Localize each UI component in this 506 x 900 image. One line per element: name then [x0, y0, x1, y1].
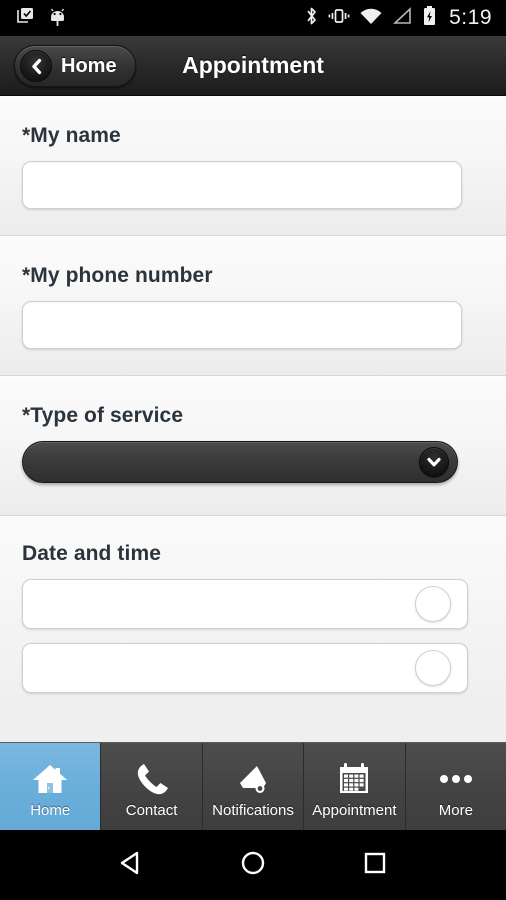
input-my-phone-number[interactable] — [22, 301, 462, 349]
field-section-name: *My name — [0, 96, 506, 236]
status-bar-left-icons — [0, 6, 67, 31]
input-time[interactable] — [22, 643, 468, 693]
nav-home-button[interactable] — [223, 835, 283, 895]
field-section-date-time: Date and time — [0, 516, 506, 693]
back-home-label: Home — [61, 54, 117, 77]
circle-picker-icon[interactable] — [415, 650, 451, 686]
tab-label-more: More — [438, 802, 473, 819]
label-my-phone-number: *My phone number — [22, 264, 213, 287]
label-my-name: *My name — [22, 124, 121, 147]
field-section-phone: *My phone number — [0, 236, 506, 376]
form-content: *My name *My phone number *Type of servi… — [0, 96, 506, 742]
cellular-signal-icon — [392, 6, 413, 31]
bluetooth-icon — [304, 5, 319, 32]
house-icon — [30, 758, 70, 800]
tab-notifications[interactable]: Notifications — [202, 743, 305, 830]
wifi-icon — [359, 6, 383, 31]
chevron-down-icon[interactable] — [419, 447, 449, 477]
chevron-left-icon — [20, 50, 52, 82]
nav-back-button[interactable] — [101, 835, 161, 895]
input-date[interactable] — [22, 579, 468, 629]
vibrate-icon — [328, 6, 350, 31]
circle-icon — [236, 846, 270, 885]
megaphone-icon — [233, 758, 273, 800]
circle-picker-icon[interactable] — [415, 586, 451, 622]
status-bar: 5:19 — [0, 0, 506, 36]
tab-more[interactable]: More — [405, 743, 506, 830]
android-robot-icon — [48, 6, 67, 31]
tab-label-contact: Contact — [125, 802, 178, 819]
calendar-icon — [335, 758, 373, 800]
status-bar-clock: 5:19 — [449, 6, 492, 29]
phone-screen: 5:19 Appointment Home *My name *My phone… — [0, 0, 506, 900]
app-bar: Appointment Home — [0, 36, 506, 96]
dropdown-type-of-service[interactable] — [22, 441, 458, 483]
tab-label-home: Home — [30, 802, 71, 819]
phone-icon — [133, 758, 171, 800]
ellipsis-icon — [435, 758, 477, 800]
input-my-name[interactable] — [22, 161, 462, 209]
tab-contact[interactable]: Contact — [101, 743, 203, 830]
tab-label-notifications: Notifications — [212, 802, 294, 819]
triangle-left-icon — [114, 846, 148, 885]
android-nav-bar — [0, 830, 506, 900]
label-type-of-service: *Type of service — [22, 404, 184, 427]
bottom-tab-bar: Home Contact Notifications Appointment M… — [0, 742, 506, 830]
battery-charging-icon — [422, 5, 437, 32]
status-bar-right-icons: 5:19 — [304, 5, 506, 32]
back-home-button[interactable]: Home — [14, 45, 136, 87]
nav-recents-button[interactable] — [345, 835, 405, 895]
label-date-and-time: Date and time — [22, 542, 161, 565]
tab-appointment[interactable]: Appointment — [304, 743, 406, 830]
tab-label-appointment: Appointment — [312, 802, 397, 819]
tab-home[interactable]: Home — [0, 743, 102, 830]
task-checkbox-icon — [16, 6, 36, 31]
square-icon — [358, 846, 392, 885]
field-section-service: *Type of service — [0, 376, 506, 516]
